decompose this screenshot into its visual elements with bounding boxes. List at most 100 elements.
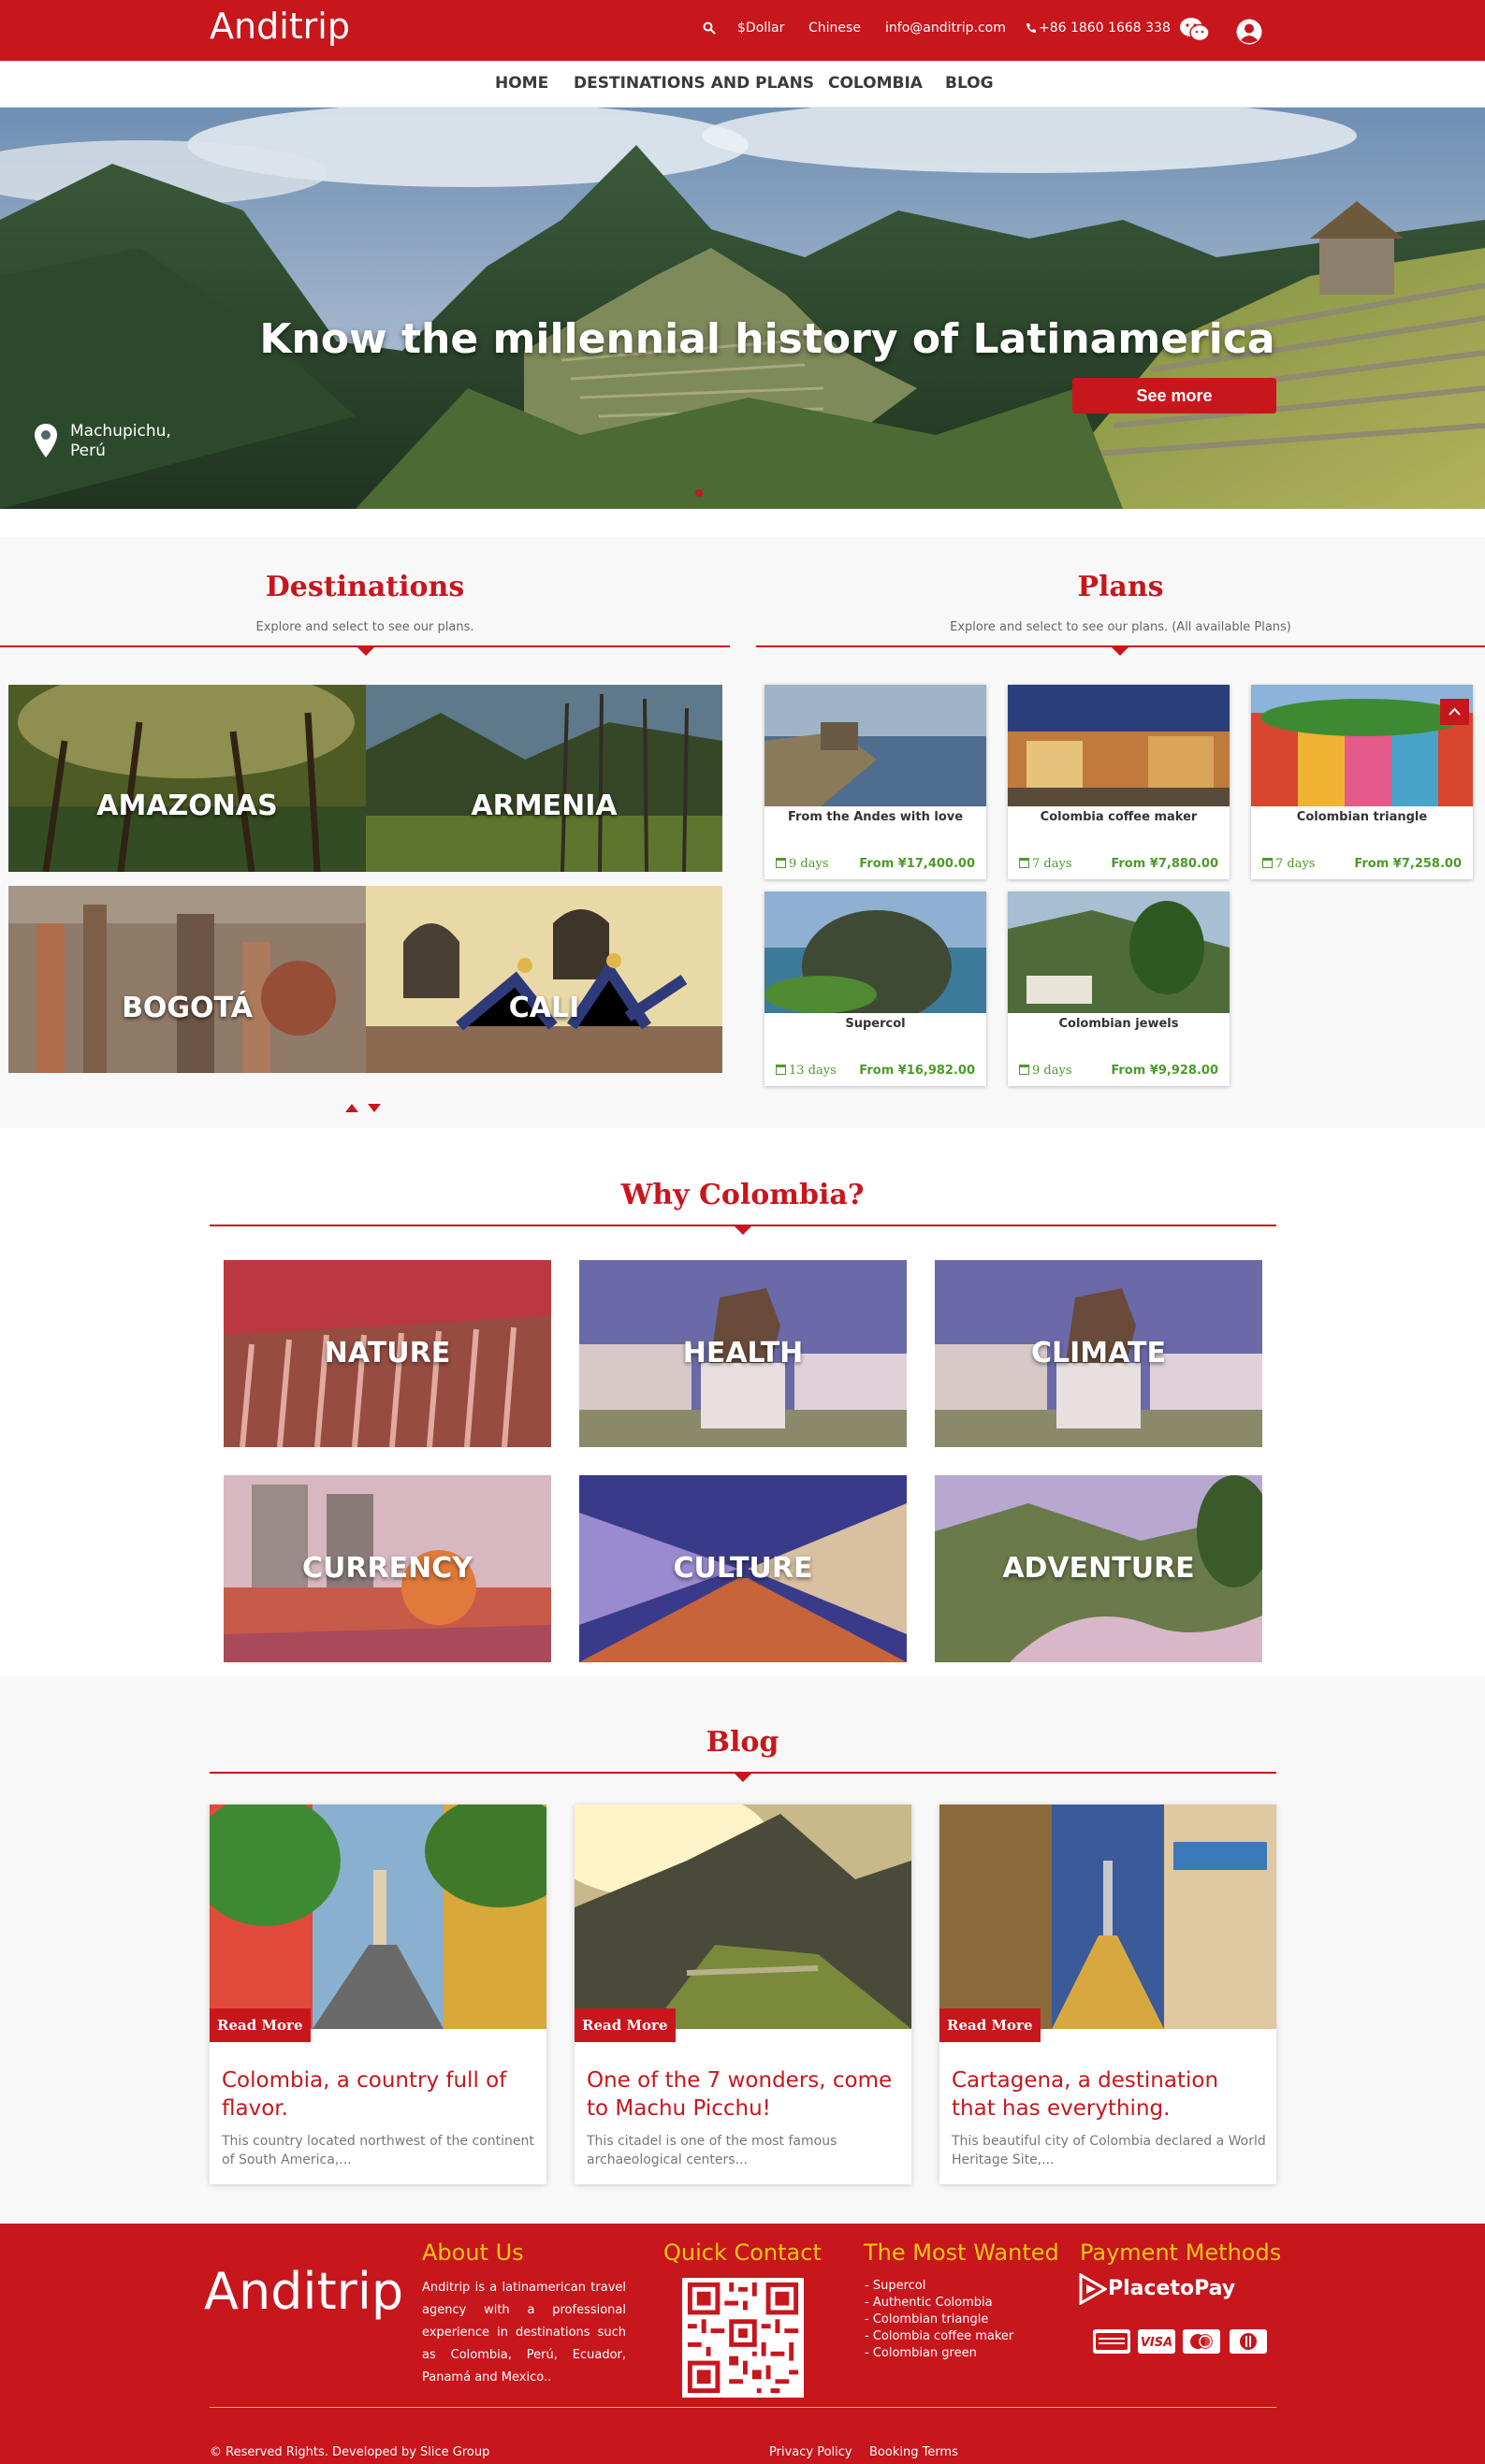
back-to-top-button[interactable] — [1440, 699, 1469, 725]
most-wanted-link[interactable]: - Authentic Colombia — [865, 2296, 993, 2310]
hero-location-country: Perú — [70, 442, 106, 460]
destination-label: ARMENIA — [471, 790, 618, 822]
blog-card[interactable]: Read More Colombia, a country full of fl… — [210, 1805, 546, 2184]
amex-card-icon — [1093, 2329, 1130, 2354]
why-climate[interactable]: CLIMATE — [935, 1260, 1262, 1447]
cali-image — [366, 886, 722, 1073]
why-health[interactable]: HEALTH — [579, 1260, 907, 1447]
plan-days-text: 9 days — [789, 857, 829, 871]
armenia-image — [366, 685, 722, 872]
plan-card[interactable]: From the Andes with love 9 days From ¥17… — [764, 685, 986, 879]
plan-card[interactable]: Supercol 13 days From ¥16,982.00 — [764, 891, 986, 1086]
blog-divider-arrow — [734, 1773, 752, 1782]
plan-image — [1008, 891, 1230, 1013]
why-culture[interactable]: CULTURE — [579, 1475, 907, 1662]
plans-subtitle: Explore and select to see our plans. (Al… — [950, 620, 1291, 634]
plan-name: From the Andes with love — [787, 810, 964, 824]
see-more-button[interactable]: See more — [1072, 378, 1276, 413]
plan-image — [764, 891, 986, 1013]
nav-colombia[interactable]: COLOMBIA — [828, 74, 923, 93]
plan-duration: 9 days — [776, 857, 829, 871]
chevron-up-icon — [1449, 707, 1461, 716]
why-colombia-title: Why Colombia? — [620, 1179, 865, 1211]
why-nature[interactable]: NATURE — [224, 1260, 551, 1447]
blog-post-title[interactable]: Cartagena, a destination that has everyt… — [952, 2066, 1260, 2123]
blog-post-title[interactable]: Colombia, a country full of flavor. — [222, 2066, 531, 2123]
blog-post-title[interactable]: One of the 7 wonders, come to Machu Picc… — [587, 2066, 895, 2123]
hero-banner — [0, 108, 1485, 509]
destination-cali[interactable]: CALI — [366, 886, 722, 1073]
about-us-text: Anditrip is a latinamerican travel agenc… — [422, 2281, 626, 2384]
blog-image — [939, 1805, 1276, 2029]
plan-days-text: 13 days — [789, 1064, 837, 1078]
site-logo[interactable]: Anditrip — [210, 6, 350, 47]
blog-card[interactable]: Read More One of the 7 wonders, come to … — [575, 1805, 911, 2184]
most-wanted-link[interactable]: - Colombian triangle — [865, 2312, 988, 2326]
plans-title: Plans — [1077, 571, 1164, 603]
plan-duration: 9 days — [1019, 1064, 1072, 1078]
user-account-icon[interactable] — [1235, 18, 1263, 46]
copyright-text: © Reserved Rights. Developed by Slice Gr… — [210, 2445, 490, 2459]
hero-title: Know the millennial history of Latinamer… — [259, 315, 1275, 363]
quick-contact-heading: Quick Contact — [663, 2239, 822, 2266]
destination-label: BOGOTÁ — [122, 992, 253, 1024]
nav-destinations-and-plans[interactable]: DESTINATIONS AND PLANS — [574, 74, 814, 93]
calendar-icon — [1019, 858, 1029, 868]
phone-icon — [1026, 23, 1036, 33]
why-adventure[interactable]: ADVENTURE — [935, 1475, 1262, 1662]
destinations-subtitle: Explore and select to see our plans. — [255, 620, 474, 634]
nav-blog[interactable]: BLOG — [945, 74, 994, 93]
footer-logo[interactable]: Anditrip — [204, 2262, 403, 2321]
most-wanted-heading: The Most Wanted — [864, 2239, 1059, 2266]
bogota-image — [8, 886, 366, 1073]
read-more-button[interactable]: Read More — [939, 2008, 1041, 2042]
blog-image — [210, 1805, 546, 2029]
plan-card[interactable]: Colombia coffee maker 7 days From ¥7,880… — [1008, 685, 1230, 879]
read-more-button[interactable]: Read More — [210, 2008, 311, 2042]
why-label: CLIMATE — [1031, 1337, 1166, 1370]
destination-bogota[interactable]: BOGOTÁ — [8, 886, 366, 1073]
most-wanted-link[interactable]: - Supercol — [865, 2279, 925, 2293]
plan-card[interactable]: Colombian jewels 9 days From ¥9,928.00 — [1008, 891, 1230, 1086]
phone-number[interactable]: +86 1860 1668 338 — [1039, 21, 1171, 36]
why-divider-arrow — [734, 1225, 752, 1235]
plans-divider-arrow — [1111, 646, 1129, 656]
why-label: ADVENTURE — [1002, 1552, 1195, 1585]
plan-name: Colombia coffee maker — [1040, 810, 1198, 824]
payment-methods-heading: Payment Methods — [1080, 2239, 1282, 2266]
blog-post-excerpt: This beautiful city of Colombia declared… — [952, 2134, 1266, 2167]
language-selector[interactable]: Chinese — [808, 21, 861, 36]
wechat-icon[interactable] — [1179, 17, 1211, 43]
plan-price: From ¥16,982.00 — [859, 1064, 975, 1078]
hero-landscape-image — [0, 108, 1485, 509]
location-pin-icon — [35, 424, 57, 457]
plan-days-text: 7 days — [1275, 857, 1316, 871]
blog-card[interactable]: Read More Cartagena, a destination that … — [939, 1805, 1276, 2184]
most-wanted-link[interactable]: - Colombian green — [865, 2346, 977, 2360]
scroll-down-arrow-icon[interactable] — [368, 1104, 381, 1112]
plan-price: From ¥7,880.00 — [1111, 857, 1218, 871]
search-icon[interactable] — [703, 22, 716, 35]
read-more-button[interactable]: Read More — [575, 2008, 676, 2042]
carousel-indicator[interactable] — [695, 489, 703, 497]
scroll-up-arrow-icon[interactable] — [345, 1104, 358, 1112]
diners-card-icon — [1230, 2329, 1267, 2354]
currency-selector[interactable]: $Dollar — [737, 21, 784, 36]
most-wanted-link[interactable]: - Colombia coffee maker — [865, 2329, 1013, 2343]
plan-days-text: 7 days — [1032, 857, 1072, 871]
plan-duration: 13 days — [776, 1064, 837, 1078]
why-currency[interactable]: CURRENCY — [224, 1475, 551, 1662]
destination-amazonas[interactable]: AMAZONAS — [8, 685, 366, 872]
nav-home[interactable]: HOME — [495, 74, 548, 93]
email-link[interactable]: info@anditrip.com — [885, 21, 1006, 36]
destinations-divider-arrow — [357, 646, 375, 656]
qr-code — [682, 2278, 804, 2398]
booking-terms-link[interactable]: Booking Terms — [869, 2445, 958, 2459]
visa-card-icon: VISA — [1138, 2329, 1175, 2354]
blog-post-excerpt: This country located northwest of the co… — [222, 2134, 534, 2167]
plan-duration: 7 days — [1262, 857, 1316, 871]
plan-price: From ¥17,400.00 — [859, 857, 975, 871]
destination-armenia[interactable]: ARMENIA — [366, 685, 722, 872]
privacy-policy-link[interactable]: Privacy Policy — [769, 2445, 852, 2459]
about-us-heading: About Us — [422, 2239, 524, 2266]
